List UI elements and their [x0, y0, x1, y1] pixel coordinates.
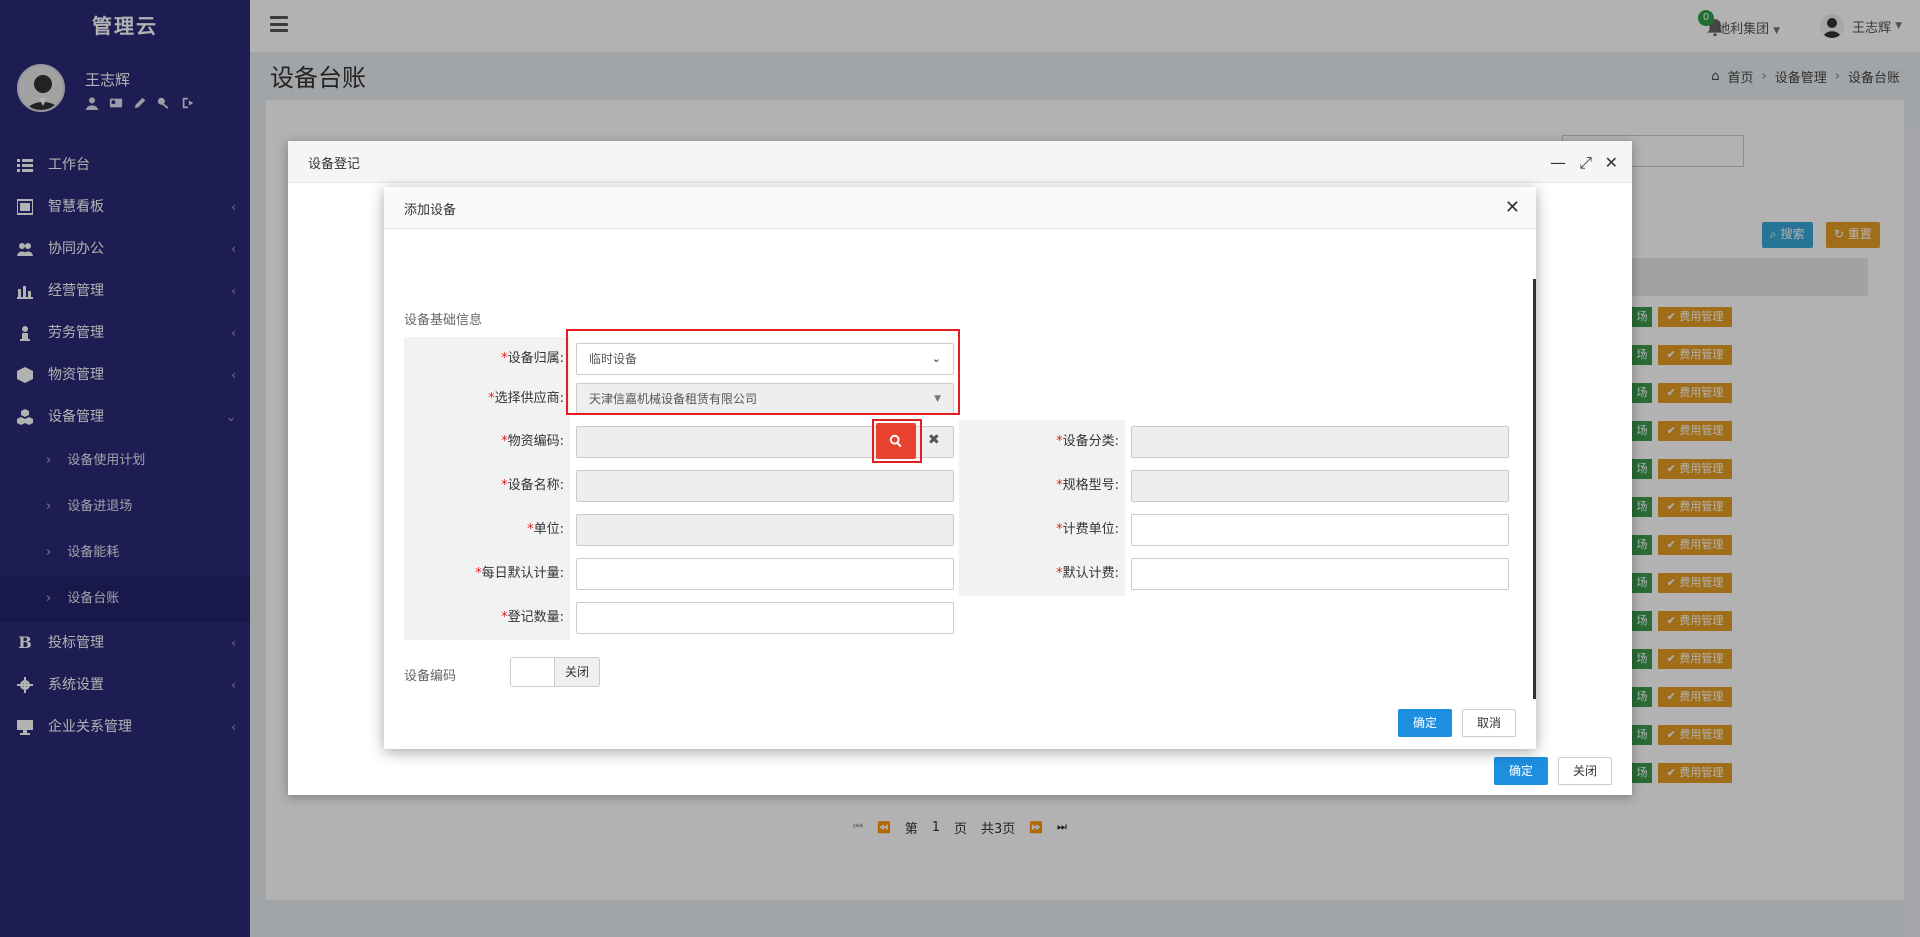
clear-icon[interactable]: ✖ — [928, 432, 940, 448]
field-label: *选择供应商: — [404, 377, 570, 421]
confirm-button[interactable]: 确定 — [1493, 757, 1548, 785]
highlight-box — [566, 329, 960, 415]
modal-footer: 确定 取消 — [1397, 709, 1516, 737]
close-button[interactable]: 关闭 — [1557, 757, 1612, 785]
field-label: *默认计费: — [959, 552, 1125, 596]
daily-qty-input[interactable] — [576, 558, 954, 590]
field-label: *登记数量: — [404, 596, 570, 640]
field-label: *设备分类: — [959, 420, 1125, 464]
confirm-button[interactable]: 确定 — [1397, 709, 1452, 737]
spec-input[interactable] — [1131, 470, 1509, 502]
minimize-icon[interactable]: — — [1550, 153, 1566, 172]
maximize-icon[interactable]: ⤢ — [1579, 153, 1592, 173]
toggle-state: 关闭 — [555, 658, 599, 686]
category-input[interactable] — [1131, 426, 1509, 458]
close-icon[interactable]: ✕ — [1605, 153, 1618, 172]
field-label: *规格型号: — [959, 464, 1125, 508]
default-fee-input[interactable] — [1131, 558, 1509, 590]
modal-title: 添加设备 — [404, 203, 457, 218]
form-row-daily-qty: *每日默认计量: *默认计费: — [404, 552, 1514, 596]
modal-header: 添加设备 ✕ — [384, 187, 1536, 229]
field-label: *每日默认计量: — [404, 552, 570, 596]
form-row-material-code: *物资编码: *设备分类: — [404, 420, 1514, 464]
field-label: *单位: — [404, 508, 570, 552]
field-label: *物资编码: — [404, 420, 570, 464]
close-icon[interactable]: ✕ — [1505, 197, 1520, 218]
form-row-name: *设备名称: *规格型号: — [404, 464, 1514, 508]
form-row-unit: *单位: *计费单位: — [404, 508, 1514, 552]
billing-unit-input[interactable] — [1131, 514, 1509, 546]
highlight-box — [872, 419, 922, 463]
modal-header: 设备登记 — ⤢ ✕ — [288, 141, 1632, 183]
add-equipment-modal: 添加设备 ✕ 设备基础信息 *设备归属: 临时设备 ⌄ *选择供应商: 天津信嘉… — [384, 187, 1536, 749]
unit-input[interactable] — [576, 514, 954, 546]
field-label: *计费单位: — [959, 508, 1125, 552]
toggle-label: 设备编码 — [404, 669, 457, 684]
modal-title: 设备登记 — [308, 157, 361, 172]
reg-qty-input[interactable] — [576, 602, 954, 634]
cancel-button[interactable]: 取消 — [1461, 709, 1516, 737]
toggle-knob — [511, 658, 555, 686]
equipment-name-input[interactable] — [576, 470, 954, 502]
modal-footer: 确定 关闭 — [1493, 757, 1612, 785]
equipment-code-toggle[interactable]: 关闭 — [510, 657, 600, 687]
field-label: *设备名称: — [404, 464, 570, 508]
section-title: 设备基础信息 — [404, 313, 483, 328]
field-label: *设备归属: — [404, 337, 570, 381]
form-row-reg-qty: *登记数量: — [404, 596, 954, 640]
scrollbar[interactable] — [1533, 279, 1536, 699]
